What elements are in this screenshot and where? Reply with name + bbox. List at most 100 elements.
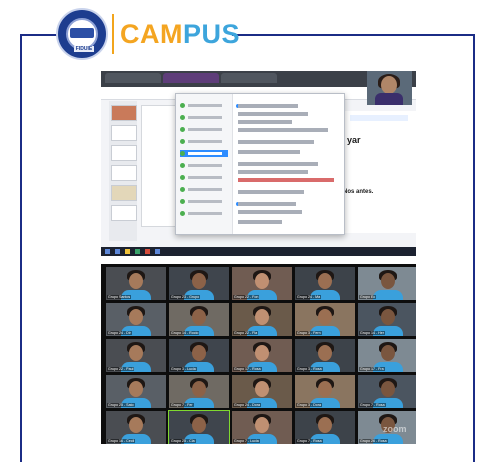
nav-dot-icon bbox=[180, 199, 185, 204]
settings-nav-item bbox=[180, 162, 228, 169]
slide-thumbnail bbox=[111, 185, 137, 201]
settings-nav-item bbox=[180, 174, 228, 181]
zoom-watermark: zoom bbox=[383, 424, 407, 434]
participant-face bbox=[255, 309, 269, 325]
participant-face bbox=[318, 417, 332, 433]
seal-tag: FIDUIE bbox=[74, 46, 94, 52]
participant-face bbox=[318, 381, 332, 397]
settings-option-line bbox=[238, 112, 308, 116]
nav-label-line bbox=[188, 200, 222, 203]
frame-left-line bbox=[20, 34, 22, 462]
participant-tile: Grupo 22 - Fon bbox=[232, 267, 292, 300]
taskbar-app-icon bbox=[155, 249, 160, 254]
participant-tile: Grupo 14 - Her bbox=[358, 303, 416, 336]
windows-taskbar bbox=[101, 247, 416, 256]
settings-nav-item bbox=[180, 102, 228, 109]
campus-wordmark-part2: PUS bbox=[183, 19, 241, 49]
presenter-face bbox=[381, 76, 397, 94]
nav-dot-icon bbox=[180, 163, 185, 168]
participant-tile: Grupo 7 - Rosa bbox=[358, 375, 416, 408]
nav-label-line bbox=[188, 212, 222, 215]
slide-heading-text: yar bbox=[347, 135, 361, 145]
settings-option-line bbox=[238, 190, 304, 194]
logo-divider bbox=[112, 14, 114, 54]
participant-face bbox=[381, 345, 395, 361]
slide-body-text: Nos antes. bbox=[343, 189, 374, 195]
participant-name-label: Grupo Santos bbox=[107, 295, 132, 299]
taskbar-app-icon bbox=[145, 249, 150, 254]
participant-name-label: Grupo 24 - Ma bbox=[296, 295, 322, 299]
participant-face bbox=[381, 309, 395, 325]
settings-option-line bbox=[238, 220, 282, 224]
participant-tile: Grupo 24 - Ma bbox=[295, 267, 355, 300]
presenter-body bbox=[375, 93, 403, 105]
participant-tile: Grupo 3 - Lucia bbox=[169, 339, 229, 372]
nav-dot-icon bbox=[180, 187, 185, 192]
settings-option-line bbox=[238, 178, 334, 182]
settings-option-line bbox=[238, 120, 292, 124]
participant-face bbox=[192, 273, 206, 289]
nav-label-line bbox=[188, 128, 222, 131]
participant-tile: Grupo 3 - Fern bbox=[295, 303, 355, 336]
institution-seal-logo: FIDUIE bbox=[56, 8, 108, 60]
slide-thumbnail bbox=[111, 125, 137, 141]
nav-label-line bbox=[188, 104, 222, 107]
settings-nav-item-active bbox=[180, 150, 228, 157]
frame-top-left-line bbox=[20, 34, 58, 36]
participant-name-label: Grupo 3 - Fern bbox=[296, 331, 322, 335]
taskbar-app-icon bbox=[115, 249, 120, 254]
participant-tile: Grupo 17 - Fra bbox=[358, 339, 416, 372]
nav-dot-icon bbox=[180, 127, 185, 132]
participant-name-label: Grupo 7 - Rosa bbox=[359, 403, 386, 407]
participant-name-label: Grupo 7 - Rosa bbox=[296, 439, 323, 443]
taskbar-app-icon bbox=[135, 249, 140, 254]
settings-nav-item bbox=[180, 186, 228, 193]
nav-label-line bbox=[188, 164, 222, 167]
participant-face bbox=[255, 345, 269, 361]
slide-thumbnail bbox=[111, 105, 137, 121]
start-icon bbox=[105, 249, 110, 254]
participant-face bbox=[255, 273, 269, 289]
nav-dot-icon bbox=[180, 103, 185, 108]
participant-name-label: Grupo 23 - Grupo bbox=[170, 295, 201, 299]
participant-name-label: Grupo 22 - Fla bbox=[233, 331, 259, 335]
participant-face bbox=[255, 381, 269, 397]
nav-label-line bbox=[188, 116, 222, 119]
participant-tile: Grupo Santos bbox=[106, 267, 166, 300]
participant-tile: Grupo 22 - Fla bbox=[232, 303, 292, 336]
participant-name-label: Grupo 3 - Dora bbox=[296, 403, 322, 407]
participant-face bbox=[129, 273, 143, 289]
participant-tile: Grupo 7 - Fer bbox=[169, 375, 229, 408]
settings-option-line bbox=[238, 162, 318, 166]
participant-face bbox=[318, 345, 332, 361]
slide-thumbnail bbox=[111, 145, 137, 161]
participant-name-label: Grupo 26 - Rosa bbox=[359, 439, 388, 443]
nav-dot-icon bbox=[180, 115, 185, 120]
nav-label-line bbox=[188, 176, 222, 179]
participant-name-label: Grupo 14 - Her bbox=[359, 331, 385, 335]
participant-shirt bbox=[373, 290, 403, 300]
settings-sidebar bbox=[176, 94, 233, 234]
participant-name-label: Grupo 17 - Rosa bbox=[233, 367, 262, 371]
participant-face bbox=[318, 309, 332, 325]
slide-thumbnail bbox=[111, 165, 137, 181]
participant-face bbox=[255, 417, 269, 433]
shared-screen-screenshot: yar Nos antes. bbox=[101, 71, 416, 256]
settings-option-line bbox=[238, 210, 302, 214]
participant-tile: Grupo 22 - Paul bbox=[106, 339, 166, 372]
participant-name-label: Grupo 22 - Paul bbox=[107, 367, 135, 371]
nav-label-line bbox=[188, 152, 222, 155]
settings-nav-item bbox=[180, 126, 228, 133]
participant-tile: Grupo 25 - Sato bbox=[106, 375, 166, 408]
browser-tab bbox=[163, 73, 219, 83]
participant-face bbox=[129, 345, 143, 361]
participant-face bbox=[129, 309, 143, 325]
settings-nav-item bbox=[180, 138, 228, 145]
participant-tile: Grupo 14 - Rocio bbox=[169, 303, 229, 336]
nav-dot-icon bbox=[180, 139, 185, 144]
frame-top-right-line bbox=[232, 34, 475, 36]
participant-face bbox=[192, 345, 206, 361]
nav-dot-icon bbox=[180, 151, 185, 156]
participant-tile: Grupo 24 - Dora bbox=[232, 375, 292, 408]
participant-face bbox=[192, 309, 206, 325]
